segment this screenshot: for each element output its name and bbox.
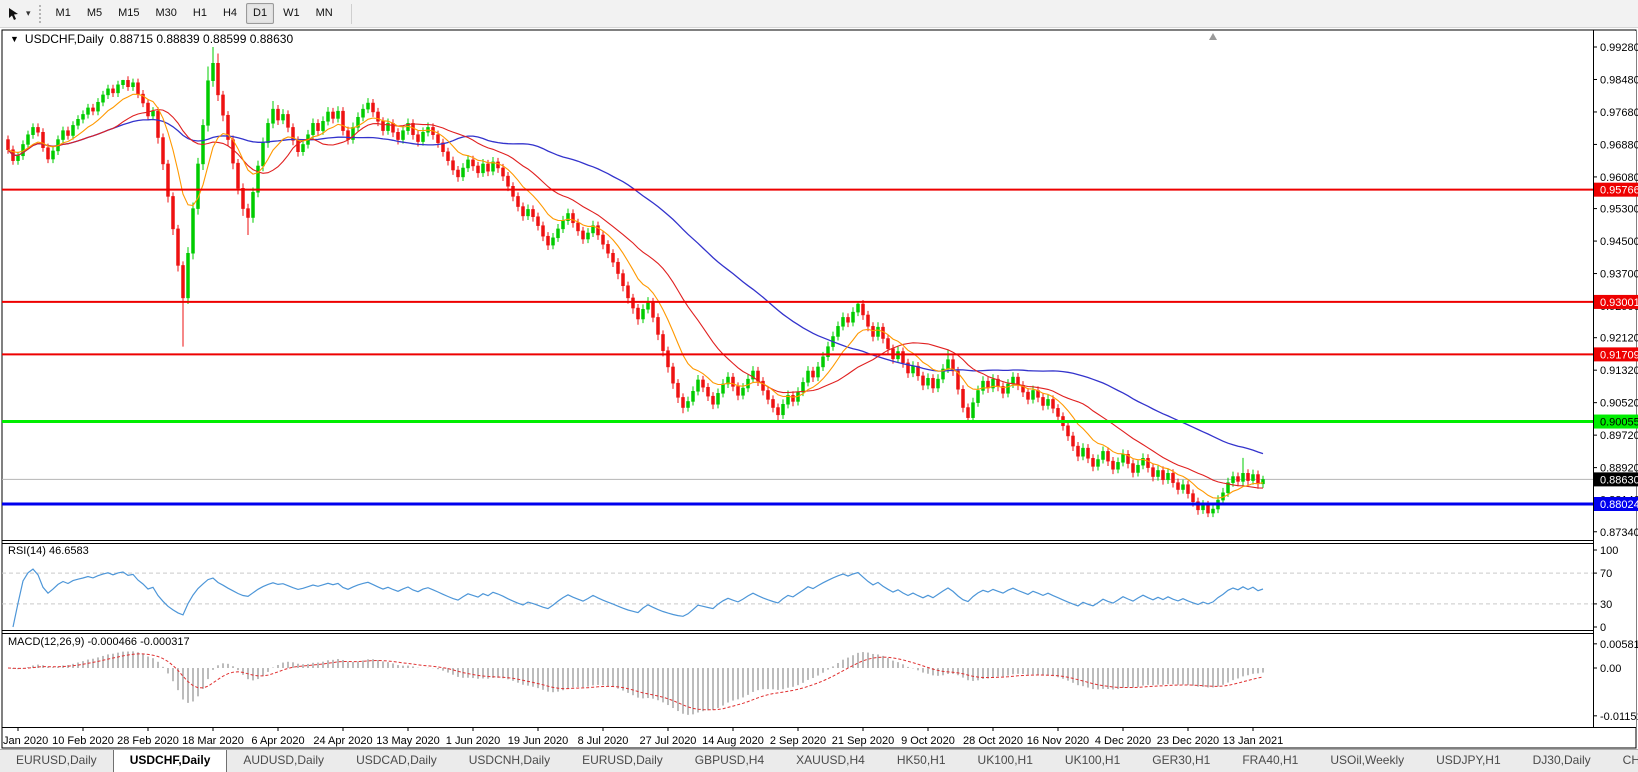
date-label: 13 May 2020 [376,735,440,747]
chart-tab-eurusd-daily[interactable]: EURUSD,Daily [566,750,679,772]
svg-text:0.98480: 0.98480 [1600,74,1638,86]
mt4-window: ▾ M1M5M15M30H1H4D1W1MN ▼ USDCHF,Daily 0.… [0,0,1638,772]
svg-text:0.92120: 0.92120 [1600,333,1638,345]
chart-symbol-label: USDCHF,Daily [25,32,104,46]
chart-tab-audusd-daily[interactable]: AUDUSD,Daily [227,750,340,772]
chart-tab-eurusd-daily[interactable]: EURUSD,Daily [0,750,113,772]
date-label: 16 Nov 2020 [1027,735,1089,747]
chart-tab-bar: EURUSD,DailyUSDCHF,DailyAUDUSD,DailyUSDC… [0,749,1638,772]
price-label-0.88024: 0.88024 [1594,497,1638,511]
date-label: 22 Jan 2020 [0,735,48,747]
svg-text:0.87340: 0.87340 [1600,527,1638,539]
price-label-0.90055: 0.90055 [1594,415,1638,429]
chart-tab-usdchf-daily[interactable]: USDCHF,Daily [113,750,228,772]
chart-tab-dj30-daily[interactable]: DJ30,Daily [1517,750,1607,772]
toolbar-grip[interactable] [39,5,44,23]
rsi-indicator-label: RSI(14) 46.6583 [8,545,89,557]
svg-text:0.95766: 0.95766 [1600,185,1638,197]
date-label: 13 Jan 2021 [1223,735,1284,747]
date-label: 28 Oct 2020 [963,735,1023,747]
chart-tab-uk100-h1[interactable]: UK100,H1 [962,750,1049,772]
svg-text:0.005818: 0.005818 [1600,639,1638,651]
svg-text:0.91709: 0.91709 [1600,349,1638,361]
svg-text:0.91320: 0.91320 [1600,365,1638,377]
price-label-0.93001: 0.93001 [1594,295,1638,309]
timeframe-button-h1[interactable]: H1 [186,3,214,24]
date-label: 9 Oct 2020 [901,735,955,747]
svg-text:0.96880: 0.96880 [1600,139,1638,151]
svg-text:70: 70 [1600,568,1612,580]
current-price-label: 0.88630 [1594,472,1638,486]
svg-text:-0.011514: -0.011514 [1600,711,1638,723]
timeframe-button-h4[interactable]: H4 [216,3,244,24]
date-label: 19 Jun 2020 [508,735,569,747]
svg-text:0.89720: 0.89720 [1600,430,1638,442]
date-label: 6 Apr 2020 [251,735,304,747]
chart-tab-gbpusd-h4[interactable]: GBPUSD,H4 [679,750,780,772]
date-label: 10 Feb 2020 [52,735,114,747]
timeframe-button-m1[interactable]: M1 [49,3,78,24]
timeframe-button-m15[interactable]: M15 [111,3,146,24]
date-label: 27 Jul 2020 [640,735,697,747]
timeframe-buttons: M1M5M15M30H1H4D1W1MN [48,3,341,24]
svg-text:0.88024: 0.88024 [1600,499,1638,511]
chart-collapse-icon[interactable]: ▼ [10,34,19,44]
svg-text:0.96080: 0.96080 [1600,172,1638,184]
chart-tab-usoil-weekly[interactable]: USOil,Weekly [1314,750,1420,772]
chart-ohlc-values: 0.88715 0.88839 0.88599 0.88630 [110,32,294,46]
svg-text:0.95300: 0.95300 [1600,204,1638,216]
date-label: 4 Dec 2020 [1095,735,1151,747]
date-label: 28 Feb 2020 [117,735,179,747]
svg-text:30: 30 [1600,599,1612,611]
date-label: 23 Dec 2020 [1157,735,1219,747]
timeframe-button-w1[interactable]: W1 [276,3,307,24]
date-label: 14 Aug 2020 [702,735,764,747]
date-label: 2 Sep 2020 [770,735,826,747]
timeframe-button-m5[interactable]: M5 [80,3,109,24]
chart-tab-china300-h1[interactable]: CHINA300,H1 [1607,750,1638,772]
price-label-0.91709: 0.91709 [1594,347,1638,361]
chart-canvas[interactable]: 0.99280 0.98480 0.97680 0.96880 0.96080 0.953… [0,28,1638,749]
svg-text:0.99280: 0.99280 [1600,42,1638,54]
timeframe-toolbar: ▾ M1M5M15M30H1H4D1W1MN [0,0,1638,28]
chart-tab-hk50-h1[interactable]: HK50,H1 [881,750,962,772]
svg-text:0.93001: 0.93001 [1600,297,1638,309]
timeframe-button-d1[interactable]: D1 [246,3,274,24]
svg-text:0: 0 [1600,622,1606,634]
toolbar-separator [351,4,352,24]
svg-text:0.88630: 0.88630 [1600,474,1638,486]
timeframe-button-mn[interactable]: MN [309,3,340,24]
chart-tab-uk100-h1[interactable]: UK100,H1 [1049,750,1136,772]
svg-text:0.00: 0.00 [1600,663,1621,675]
cursor-tool-icon[interactable] [3,4,25,24]
chart-tab-ger30-h1[interactable]: GER30,H1 [1136,750,1226,772]
date-label: 1 Jun 2020 [446,735,500,747]
svg-text:100: 100 [1600,545,1618,557]
date-label: 24 Apr 2020 [313,735,372,747]
chart-tab-usdcnh-daily[interactable]: USDCNH,Daily [453,750,566,772]
chart-tab-usdjpy-h1[interactable]: USDJPY,H1 [1420,750,1516,772]
timeframe-button-m30[interactable]: M30 [149,3,184,24]
date-label: 8 Jul 2020 [578,735,629,747]
svg-text:0.90520: 0.90520 [1600,398,1638,410]
chart-tab-fra40-h1[interactable]: FRA40,H1 [1226,750,1314,772]
svg-text:0.90055: 0.90055 [1600,417,1638,429]
chart-tab-xauusd-h4[interactable]: XAUUSD,H4 [780,750,881,772]
price-label-0.95766: 0.95766 [1594,183,1638,197]
cursor-tool-dropdown-icon[interactable]: ▾ [26,8,31,19]
chart-title: ▼ USDCHF,Daily 0.88715 0.88839 0.88599 0… [10,32,293,46]
date-label: 21 Sep 2020 [832,735,894,747]
svg-text:0.97680: 0.97680 [1600,107,1638,119]
svg-text:0.94500: 0.94500 [1600,236,1638,248]
chart-tab-usdcad-daily[interactable]: USDCAD,Daily [340,750,453,772]
macd-indicator-label: MACD(12,26,9) -0.000466 -0.000317 [8,636,190,648]
date-label: 18 Mar 2020 [182,735,244,747]
svg-text:0.93700: 0.93700 [1600,269,1638,281]
